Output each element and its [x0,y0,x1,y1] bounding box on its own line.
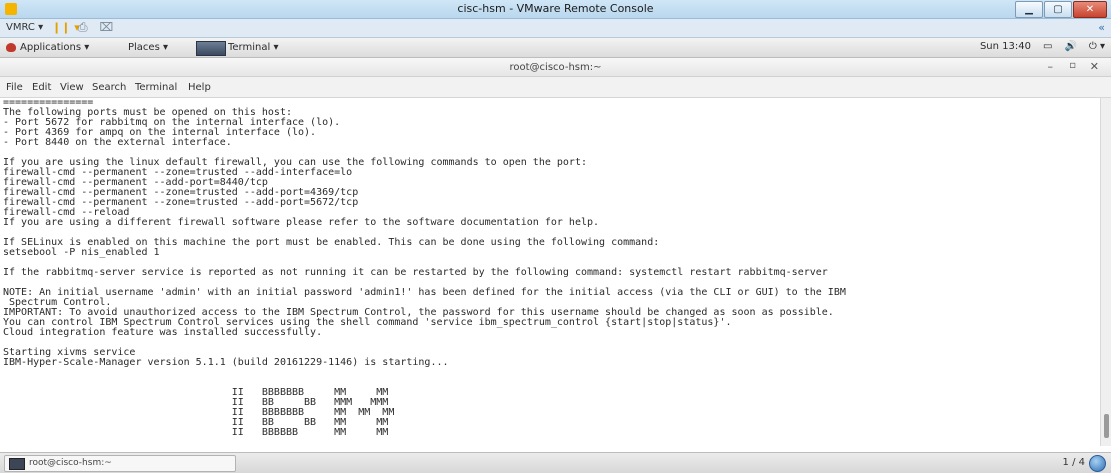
power-icon[interactable]: ⏻ ▾ [1089,41,1105,52]
minimize-button[interactable]: ▁ [1015,1,1043,18]
terminal-title-bar: root@cisco-hsm:~ – ▫ ✕ [0,58,1111,77]
scrollbar-thumb[interactable] [1104,414,1109,438]
terminal-line: IBM-Hyper-Scale-Manager version 5.1.1 (b… [3,357,449,368]
close-button[interactable]: ✕ [1073,1,1107,18]
expand-toolbar-icon[interactable]: « [1098,21,1105,34]
terminal-text: =============== The following ports must… [0,98,1100,438]
terminal-scrollbar[interactable] [1100,98,1111,446]
window-title-bar: cisc-hsm - VMware Remote Console ▁ ▢ ✕ [0,0,1111,19]
applications-icon [6,43,16,52]
terminal-icon [9,458,25,470]
clock[interactable]: Sun 13:40 [980,41,1031,52]
workspace-indicator[interactable]: 1 / 4 [1063,457,1085,468]
terminal-menubar: File Edit View Search Terminal Help [0,77,1111,98]
window-title: cisc-hsm - VMware Remote Console [457,2,654,15]
menu-help[interactable]: Help [188,82,211,93]
terminal-line: setsebool -P nis_enabled 1 [3,247,160,258]
volume-icon[interactable]: 🔊 [1064,41,1076,52]
terminal-title: root@cisco-hsm:~ [509,62,602,73]
terminal-line: If you are using a different firewall so… [3,217,600,228]
terminal-line: - Port 8440 on the external interface. [3,137,232,148]
display-icon[interactable]: ▭ [1043,41,1052,52]
terminal-line: If the rabbitmq-server service is report… [3,267,828,278]
terminal-minimize-icon[interactable]: – [1048,60,1054,73]
terminal-app-icon [196,41,226,56]
window-controls: ▁ ▢ ✕ [1015,1,1107,18]
terminal-line: Cloud integration feature was installed … [3,327,323,338]
menu-edit[interactable]: Edit [32,82,51,93]
device-icons[interactable]: ⎙ ⌧ [78,20,117,35]
terminal-app-menu[interactable]: Terminal ▾ [228,42,278,53]
menu-search[interactable]: Search [92,82,126,93]
applications-menu[interactable]: Applications ▾ [20,42,89,53]
terminal-line: NOTE: An initial username 'admin' with a… [3,287,846,298]
taskbar-terminal-button[interactable]: root@cisco-hsm:~ [4,455,236,472]
banner-line: II BBBBBB MM MM [3,427,389,438]
menu-terminal[interactable]: Terminal [135,82,177,93]
terminal-close-icon[interactable]: ✕ [1090,60,1099,73]
workspace-switcher-icon[interactable] [1089,455,1106,472]
menu-file[interactable]: File [6,82,23,93]
terminal-maximize-icon[interactable]: ▫ [1069,60,1076,71]
bottom-taskbar: root@cisco-hsm:~ 1 / 4 [0,452,1111,473]
places-menu[interactable]: Places ▾ [128,42,168,53]
menu-view[interactable]: View [60,82,84,93]
gnome-top-panel: Applications ▾ Places ▾ Terminal ▾ Sun 1… [0,38,1111,58]
pause-button[interactable]: ❙❙ ▾ [52,21,80,34]
taskbar-terminal-label: root@cisco-hsm:~ [29,458,112,468]
terminal-output[interactable]: =============== The following ports must… [0,98,1100,446]
panel-status-area: Sun 13:40 ▭ 🔊 ⏻ ▾ [980,41,1105,52]
maximize-button[interactable]: ▢ [1044,1,1072,18]
vmrc-toolbar: VMRC ▾ ❙❙ ▾ ⎙ ⌧ « [0,19,1111,38]
vmrc-menu-button[interactable]: VMRC ▾ [6,22,43,33]
